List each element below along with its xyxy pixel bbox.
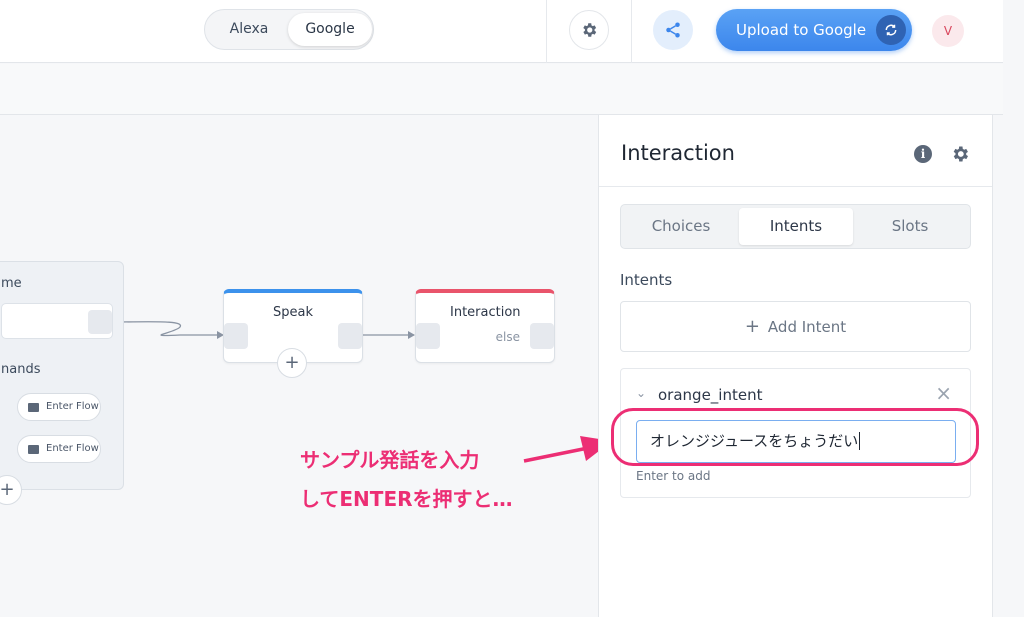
panel-scrollbar[interactable] (992, 115, 1003, 617)
flow-icon (28, 445, 39, 454)
highlight-annotation (611, 408, 979, 466)
divider (546, 0, 547, 63)
node-title: Interaction (450, 305, 521, 320)
else-label: else (495, 330, 520, 344)
interaction-node[interactable]: Interaction else (415, 289, 555, 363)
upload-label: Upload to Google (736, 21, 867, 39)
flow-canvas[interactable]: me nands Enter Flow Enter Flow + Speak +… (0, 115, 612, 617)
tab-slots[interactable]: Slots (853, 208, 967, 245)
annotation-text: サンプル発話を入力 (300, 448, 480, 472)
plus-icon: + (744, 316, 760, 337)
alexa-toggle-button[interactable]: Alexa (209, 13, 289, 46)
panel-tabs: Choices Intents Slots (620, 204, 971, 249)
output-port[interactable] (88, 310, 112, 334)
info-icon[interactable]: i (914, 145, 932, 163)
enter-flow-button[interactable]: Enter Flow (17, 393, 101, 421)
divider (599, 186, 992, 187)
google-toggle-button[interactable]: Google (288, 13, 372, 46)
share-icon (666, 22, 680, 38)
gear-icon (583, 23, 597, 37)
enter-flow-button[interactable]: Enter Flow (17, 435, 101, 463)
platform-toggle: Alexa Google (204, 9, 374, 50)
add-step-button[interactable]: + (277, 348, 307, 378)
home-block[interactable]: me nands Enter Flow Enter Flow (0, 261, 124, 490)
tab-choices[interactable]: Choices (624, 208, 738, 245)
flow-icon (28, 403, 39, 412)
divider (631, 0, 632, 63)
add-intent-label: Add Intent (767, 318, 847, 336)
enter-hint: Enter to add (636, 469, 711, 483)
enter-flow-label: Enter Flow (46, 443, 99, 454)
block-title: me (1, 276, 22, 291)
avatar[interactable]: V (932, 15, 964, 47)
block-step[interactable] (1, 303, 113, 339)
gear-icon[interactable] (950, 144, 970, 164)
annotation-text: してENTERを押すと… (300, 487, 513, 511)
chevron-down-icon[interactable]: ⌄ (636, 386, 646, 400)
top-bar: Alexa Google Upload to Google V (0, 0, 1003, 63)
close-icon[interactable]: × (935, 383, 952, 403)
sub-toolbar (0, 64, 1003, 115)
upload-to-google-button[interactable]: Upload to Google (716, 9, 912, 51)
tab-intents[interactable]: Intents (739, 208, 853, 245)
intent-name[interactable]: orange_intent (658, 386, 762, 404)
enter-flow-label: Enter Flow (46, 401, 99, 412)
node-title: Speak (273, 305, 313, 320)
output-port[interactable] (338, 323, 362, 349)
commands-title: nands (1, 362, 41, 377)
add-intent-button[interactable]: + Add Intent (620, 301, 971, 352)
panel-title: Interaction (621, 141, 735, 165)
input-port[interactable] (224, 323, 248, 349)
output-port[interactable] (530, 323, 554, 349)
interaction-panel: Interaction i Choices Intents Slots Inte… (598, 115, 992, 617)
input-port[interactable] (416, 323, 440, 349)
sync-icon (876, 15, 906, 45)
settings-button[interactable] (569, 10, 609, 50)
section-label: Intents (620, 271, 673, 289)
share-button[interactable] (653, 10, 693, 50)
